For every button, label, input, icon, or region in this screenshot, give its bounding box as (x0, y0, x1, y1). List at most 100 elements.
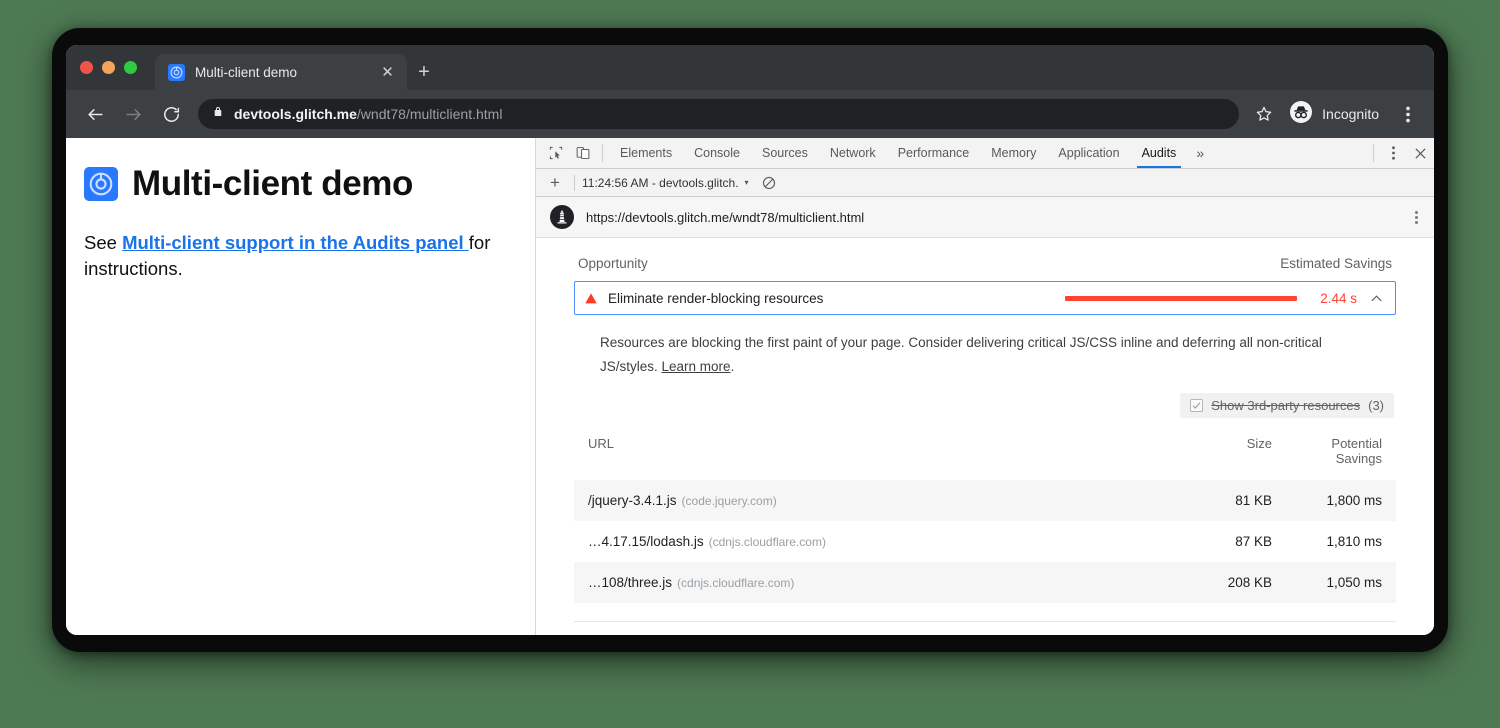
table-header-row: URL Size Potential Savings (574, 428, 1396, 480)
kebab-menu-icon[interactable] (1380, 138, 1407, 168)
tab-label: Performance (898, 146, 970, 160)
resource-host: (cdnjs.cloudflare.com) (709, 535, 826, 549)
tab-label: Application (1058, 146, 1119, 160)
new-tab-button[interactable]: + (407, 54, 441, 90)
tab-label: Audits (1142, 146, 1177, 160)
third-party-count: (3) (1368, 398, 1384, 413)
audit-run-select[interactable]: 11:24:56 AM - devtools.glitch. ▾ (582, 176, 749, 190)
row-url-cell: …4.17.15/lodash.js (cdnjs.cloudflare.com) (574, 521, 1176, 562)
opportunity-column-label: Opportunity (578, 256, 1280, 271)
tab-label: Memory (991, 146, 1036, 160)
table-row[interactable]: /jquery-3.4.1.js(code.jquery.com) 81 KB … (574, 480, 1396, 521)
close-devtools-icon[interactable] (1407, 138, 1434, 168)
browser-window: Multi-client demo ✕ + devtools.glitch.me… (66, 45, 1434, 635)
lock-icon (212, 105, 224, 123)
toolbar-divider (602, 144, 603, 162)
browser-tab[interactable]: Multi-client demo ✕ (155, 54, 407, 90)
incognito-avatar (1289, 100, 1313, 129)
device-toolbar-icon[interactable] (569, 138, 596, 168)
back-icon[interactable] (80, 99, 110, 129)
inspect-element-icon[interactable] (542, 138, 569, 168)
instructions-prefix: See (84, 232, 122, 253)
row-url-cell: /jquery-3.4.1.js (code.jquery.com) (574, 480, 1176, 521)
clear-icon[interactable] (762, 176, 776, 190)
audit-opportunity-row[interactable]: Eliminate render-blocking resources 2.44… (574, 281, 1396, 315)
row-size-cell: 208 KB (1176, 562, 1286, 603)
audit-savings-bar (1065, 296, 1297, 301)
tab-console[interactable]: Console (683, 138, 751, 168)
incognito-indicator[interactable]: Incognito (1287, 100, 1385, 129)
column-header-size[interactable]: Size (1176, 428, 1286, 480)
lighthouse-icon (550, 205, 574, 229)
audit-report-header: https://devtools.glitch.me/wndt78/multic… (536, 197, 1434, 238)
audit-savings-bar-fill (1065, 296, 1297, 301)
tab-label: Console (694, 146, 740, 160)
devtools-tabbar: Elements Console Sources Network Perform… (536, 138, 1434, 169)
tab-memory[interactable]: Memory (980, 138, 1047, 168)
chevron-up-icon[interactable] (1367, 295, 1385, 302)
web-page-viewport: Multi-client demo See Multi-client suppo… (66, 138, 536, 635)
learn-more-link[interactable]: Learn more (662, 359, 731, 374)
minimize-window-button[interactable] (102, 61, 115, 74)
tab-audits[interactable]: Audits (1131, 138, 1188, 168)
devtools-panel: Elements Console Sources Network Perform… (536, 138, 1434, 635)
table-row[interactable]: …4.17.15/lodash.js (cdnjs.cloudflare.com)… (574, 521, 1396, 562)
tab-application[interactable]: Application (1047, 138, 1130, 168)
new-audit-button[interactable]: + (543, 173, 567, 193)
browser-tab-title: Multi-client demo (195, 65, 368, 80)
resource-host: (cdnjs.cloudflare.com) (677, 576, 794, 590)
toolbar-divider (574, 175, 575, 191)
column-header-savings[interactable]: Potential Savings (1286, 428, 1396, 480)
row-size-cell: 87 KB (1176, 521, 1286, 562)
reload-icon[interactable] (156, 99, 186, 129)
tab-sources[interactable]: Sources (751, 138, 819, 168)
devtools-tabbar-actions (1367, 138, 1434, 168)
tab-label: Network (830, 146, 876, 160)
column-header-savings-line2: Savings (1336, 451, 1382, 466)
more-tabs-icon[interactable]: » (1187, 138, 1213, 168)
page-title: Multi-client demo (132, 164, 413, 204)
table-row[interactable]: …108/three.js (cdnjs.cloudflare.com) 208 … (574, 562, 1396, 603)
third-party-filter-row: Show 3rd-party resources (3) (574, 393, 1396, 418)
row-size-cell: 81 KB (1176, 480, 1286, 521)
checkbox-icon[interactable] (1190, 399, 1203, 412)
browser-device-frame: Multi-client demo ✕ + devtools.glitch.me… (52, 28, 1448, 652)
section-divider (574, 621, 1396, 622)
show-third-party-toggle[interactable]: Show 3rd-party resources (3) (1180, 393, 1394, 418)
row-savings-cell: 1,050 ms (1286, 562, 1396, 603)
audit-savings-value: 2.44 s (1307, 291, 1357, 306)
browser-toolbar: devtools.glitch.me/wndt78/multiclient.ht… (66, 90, 1434, 138)
kebab-menu-icon[interactable] (1393, 99, 1423, 129)
resource-url: /jquery-3.4.1.js (588, 493, 677, 508)
resource-host: (code.jquery.com) (682, 494, 777, 508)
resource-url: …4.17.15/lodash.js (588, 534, 704, 549)
bookmark-star-icon[interactable] (1249, 99, 1279, 129)
close-icon[interactable]: ✕ (378, 63, 397, 82)
tab-performance[interactable]: Performance (887, 138, 981, 168)
address-bar[interactable]: devtools.glitch.me/wndt78/multiclient.ht… (198, 99, 1239, 129)
maximize-window-button[interactable] (124, 61, 137, 74)
audit-report-body: Opportunity Estimated Savings Eliminate … (536, 238, 1434, 635)
close-window-button[interactable] (80, 61, 93, 74)
kebab-menu-icon[interactable] (1411, 207, 1422, 228)
tab-elements[interactable]: Elements (609, 138, 683, 168)
column-header-url[interactable]: URL (574, 428, 1176, 480)
tab-network[interactable]: Network (819, 138, 887, 168)
address-bar-url: devtools.glitch.me/wndt78/multiclient.ht… (234, 106, 502, 122)
table-head: URL Size Potential Savings (574, 428, 1396, 480)
row-url-cell: …108/three.js (cdnjs.cloudflare.com) (574, 562, 1176, 603)
savings-column-label: Estimated Savings (1280, 256, 1392, 271)
forward-icon[interactable] (118, 99, 148, 129)
audit-description-end: . (731, 359, 735, 374)
column-header-savings-line1: Potential (1331, 436, 1382, 451)
audit-run-label: 11:24:56 AM - devtools.glitch. (582, 176, 739, 190)
toolbar-divider (1373, 144, 1374, 162)
row-savings-cell: 1,800 ms (1286, 480, 1396, 521)
audit-description: Resources are blocking the first paint o… (600, 331, 1380, 379)
url-domain: devtools.glitch.me (234, 106, 357, 122)
opportunity-table-header: Opportunity Estimated Savings (574, 256, 1396, 281)
show-third-party-label: Show 3rd-party resources (1211, 398, 1360, 413)
resource-url: …108/three.js (588, 575, 672, 590)
audits-docs-link[interactable]: Multi-client support in the Audits panel (122, 232, 469, 253)
tab-strip: Multi-client demo ✕ + (66, 45, 1434, 90)
